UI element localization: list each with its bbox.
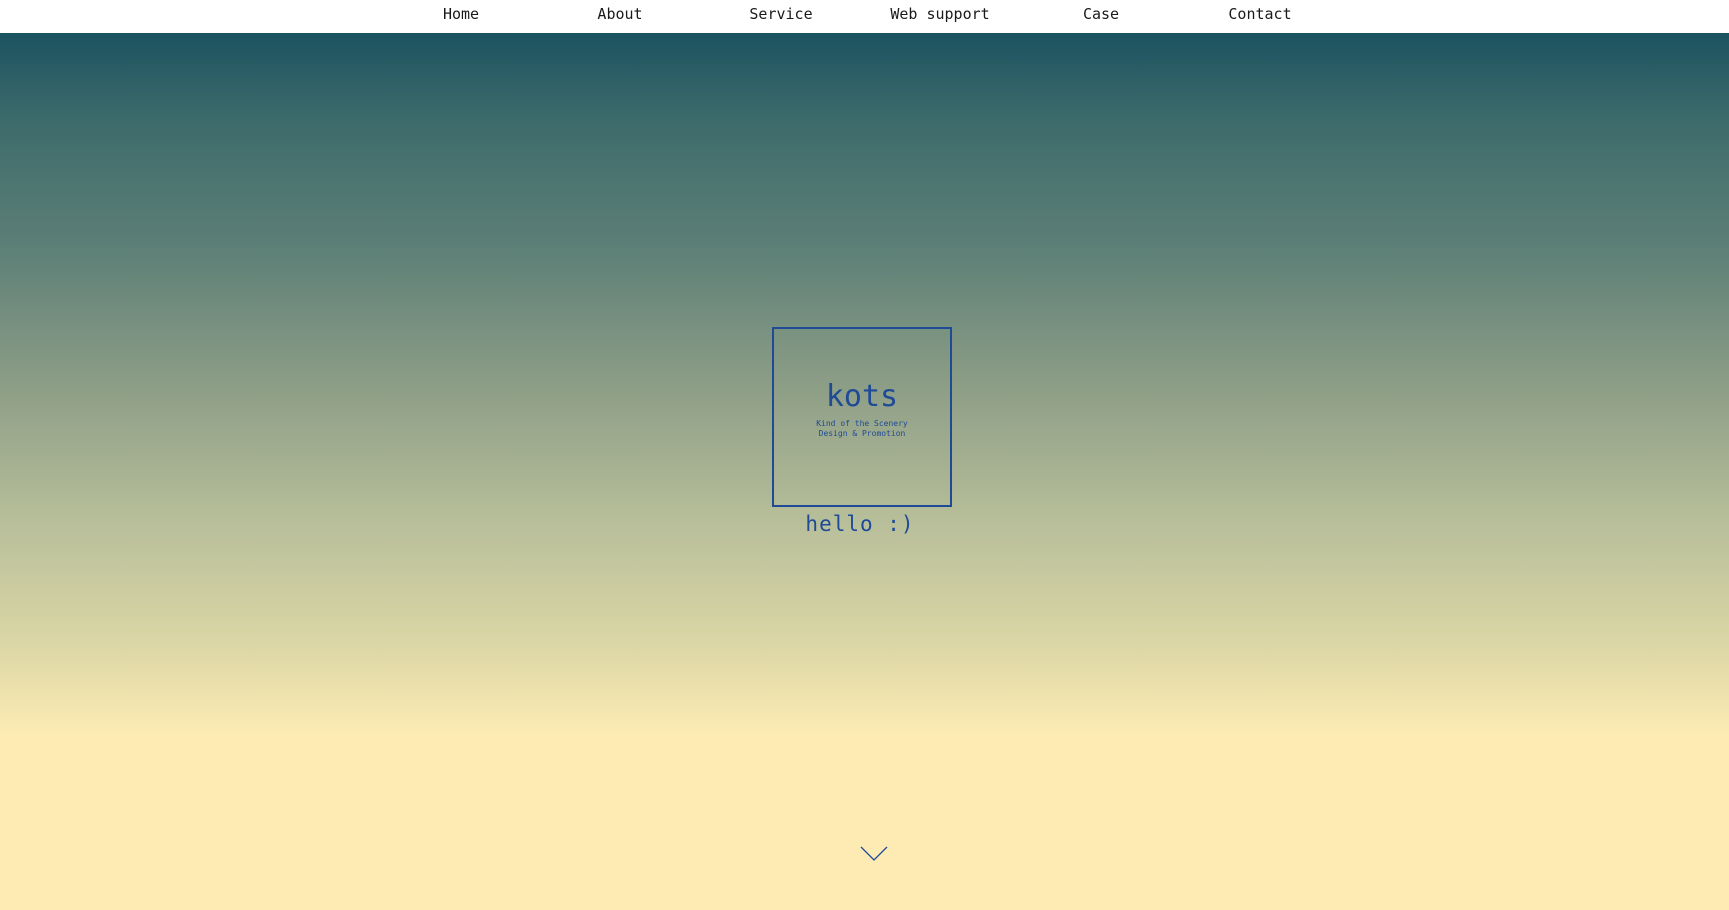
nav-item-service[interactable]: Service — [701, 4, 861, 24]
top-navigation: Home About Service Web support Case Cont… — [0, 0, 1729, 33]
nav-item-case[interactable]: Case — [1021, 4, 1181, 24]
nav-item-contact[interactable]: Contact — [1180, 4, 1340, 24]
nav-item-home[interactable]: Home — [381, 4, 541, 24]
logo-subtitle-line2: Design & Promotion — [818, 429, 906, 438]
logo-box: kots Kind of the Scenery Design & Promot… — [772, 327, 952, 507]
nav-item-web-support[interactable]: Web support — [860, 4, 1020, 24]
logo-subtitle-line1: Kind of the Scenery — [816, 419, 908, 428]
hero-section: kots Kind of the Scenery Design & Promot… — [0, 33, 1729, 910]
logo-title: kots — [825, 379, 899, 414]
nav-item-about[interactable]: About — [540, 4, 700, 24]
chevron-down-icon[interactable] — [859, 845, 889, 863]
hero-greeting: hello :) — [805, 512, 915, 536]
